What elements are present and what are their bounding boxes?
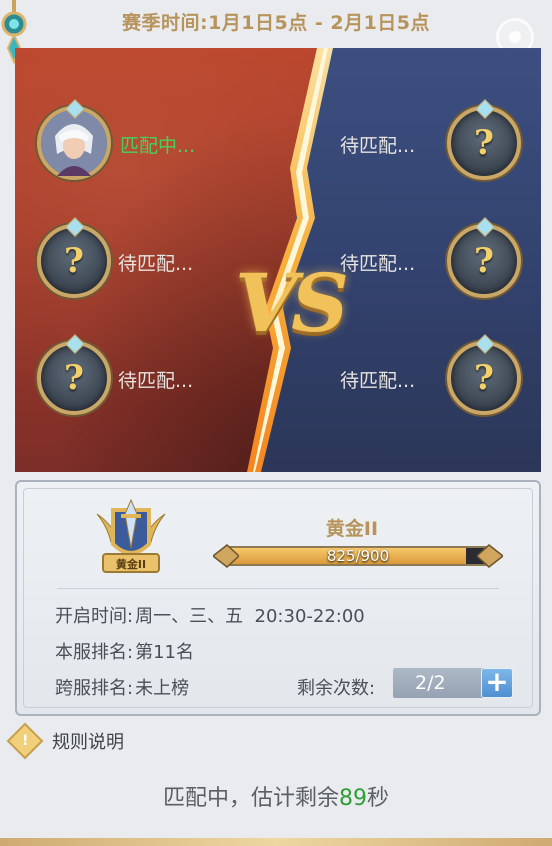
left-slot-3-status: 待匹配... (118, 370, 194, 392)
rank-badge-label: 黄金II (115, 558, 147, 571)
bottom-border (0, 838, 552, 846)
status-suffix: 秒 (367, 786, 390, 811)
open-time-row: 开启时间: 周一、三、五 20:30-22:00 (55, 602, 365, 628)
right-slot-1[interactable]: ? (447, 99, 521, 180)
season-time-label: 赛季时间: (121, 12, 209, 34)
rank-progress-text: 825/900 (326, 547, 390, 565)
cross-rank-label: 跨服排名: (55, 678, 134, 699)
plus-icon[interactable]: + (481, 668, 513, 698)
open-time-value: 周一、三、五 20:30-22:00 (135, 606, 365, 627)
rank-progress-bar: 825/900 (213, 543, 503, 569)
left-slot-2[interactable]: ? (37, 217, 111, 298)
left-slot-2-status: 待匹配... (118, 253, 194, 275)
player-avatar-slot[interactable] (37, 99, 111, 180)
left-slot-3[interactable]: ? (37, 334, 111, 415)
right-slot-2[interactable]: ? (447, 217, 521, 298)
status-seconds: 89 (339, 786, 367, 811)
question-mark-icon: ? (64, 241, 84, 281)
season-time-range: 1月1日5点 - 2月1日5点 (208, 12, 431, 34)
right-slot-3-status: 待匹配... (340, 370, 416, 392)
rank-info-panel: 黄金II 黄金II 825/900 开启时间: 周一、三、五 20:30-22:0… (15, 480, 541, 716)
rules-button[interactable]: ! 规则说明 (6, 722, 124, 760)
match-arena: VS 匹配中... ? 待匹配... ? 待匹配... ? 待匹配... ? 待… (15, 48, 541, 472)
match-status: 匹配中，估计剩余89秒 (0, 780, 552, 812)
rules-label: 规则说明 (52, 732, 124, 753)
question-mark-icon: ? (474, 123, 494, 163)
open-time-label: 开启时间: (55, 606, 134, 627)
question-mark-icon: ? (64, 358, 84, 398)
cross-rank-row: 跨服排名: 未上榜 (55, 674, 189, 700)
rank-name: 黄金II (325, 518, 379, 540)
arena-match-screen: 赛季时间:1月1日5点 - 2月1日5点 VS 匹配中... ? 待匹配... … (0, 0, 552, 846)
question-mark-icon: ? (474, 358, 494, 398)
vs-emblem: VS (235, 256, 349, 350)
status-prefix: 匹配中，估计剩余 (162, 786, 339, 811)
right-slot-2-status: 待匹配... (340, 253, 416, 275)
server-rank-label: 本服排名: (55, 642, 134, 663)
cross-rank-value: 未上榜 (135, 678, 190, 699)
hero-avatar-icon (41, 110, 107, 176)
right-slot-3[interactable]: ? (447, 334, 521, 415)
remaining-label: 剩余次数: (297, 678, 376, 699)
question-mark-icon: ? (474, 241, 494, 281)
season-time: 赛季时间:1月1日5点 - 2月1日5点 (0, 8, 552, 38)
left-slot-1-status: 匹配中... (120, 135, 196, 157)
server-rank-row: 本服排名: 第11名 (55, 638, 194, 664)
server-rank-value: 第11名 (135, 642, 194, 663)
rules-info-icon: ! (6, 722, 44, 760)
right-slot-1-status: 待匹配... (340, 135, 416, 157)
